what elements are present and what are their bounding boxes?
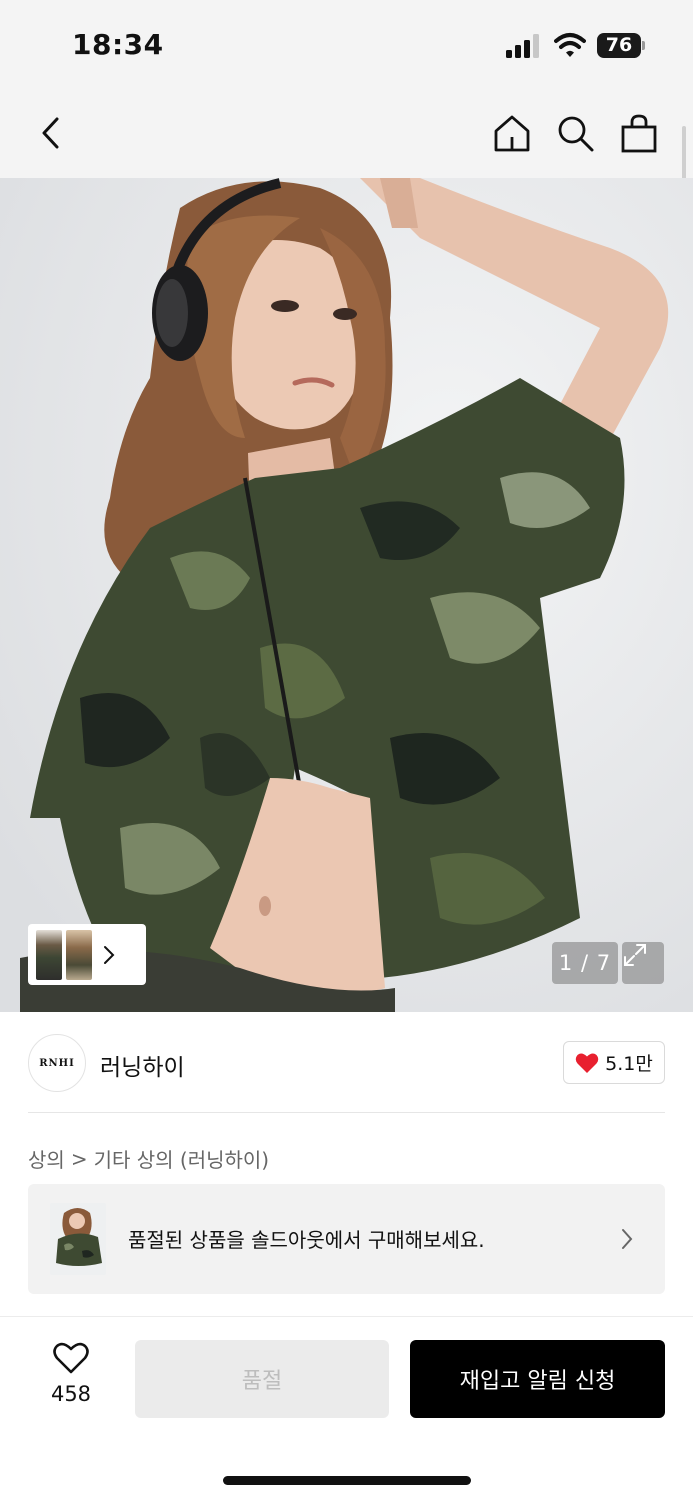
thumbnail-image [66,929,92,980]
banner-product-thumbnail [50,1203,106,1275]
heart-filled-icon [575,1053,599,1073]
product-image-gallery[interactable]: 1 / 7 [0,178,693,1012]
status-time: 18:34 [72,28,164,61]
cart-button[interactable] [616,110,662,156]
home-indicator [223,1476,471,1485]
wifi-icon [554,33,586,57]
chevron-right-icon [104,945,115,964]
top-nav-bar [0,92,693,178]
chevron-left-icon [42,117,59,149]
wishlist-count: 458 [50,1382,92,1406]
product-photo [0,178,693,1012]
battery-tip [642,41,645,50]
divider [28,1112,665,1113]
home-icon [494,115,530,152]
battery-level: 76 [597,33,641,58]
status-bar: 18:34 76 [0,0,693,92]
restock-alert-button[interactable]: 재입고 알림 신청 [410,1340,665,1418]
wishlist-button[interactable]: 458 [36,1342,106,1414]
breadcrumb-separator: > [70,1146,88,1171]
heart-outline-icon [53,1342,89,1374]
product-detail-page: 18:34 76 1 / 7 RNHI 러닝하이 5.1만 상의 > 기타 상의… [0,0,693,1500]
banner-text: 품절된 상품을 솔드아웃에서 구매해보세요. [128,1228,485,1252]
battery-indicator: 76 [597,33,645,58]
breadcrumb: 상의 > 기타 상의 (러닝하이) [28,1144,269,1173]
soldout-promo-banner[interactable]: 품절된 상품을 솔드아웃에서 구매해보세요. [28,1184,665,1294]
cellular-signal-icon [506,34,539,58]
chevron-right-icon [622,1229,633,1249]
shopping-bag-icon [621,114,657,153]
search-button[interactable] [552,110,598,156]
brand-row: RNHI 러닝하이 5.1만 [28,1034,665,1092]
home-button[interactable] [489,110,535,156]
brand-name-link[interactable]: 러닝하이 [100,1048,185,1082]
brand-logo[interactable]: RNHI [28,1034,86,1092]
back-button[interactable] [28,110,74,156]
brand-like-count: 5.1만 [605,1053,653,1075]
expand-icon [624,944,646,966]
expand-button[interactable] [622,942,664,984]
thumbnail-image [36,929,62,980]
soldout-button: 품절 [135,1340,389,1418]
bottom-bar-divider [0,1316,693,1317]
search-icon [558,116,594,152]
image-counter: 1 / 7 [552,942,618,984]
thumbnail-strip-button[interactable] [28,924,146,985]
breadcrumb-subcategory[interactable]: 기타 상의 (러닝하이) [94,1144,270,1173]
breadcrumb-category[interactable]: 상의 [28,1144,65,1173]
brand-like-button[interactable]: 5.1만 [563,1041,665,1084]
